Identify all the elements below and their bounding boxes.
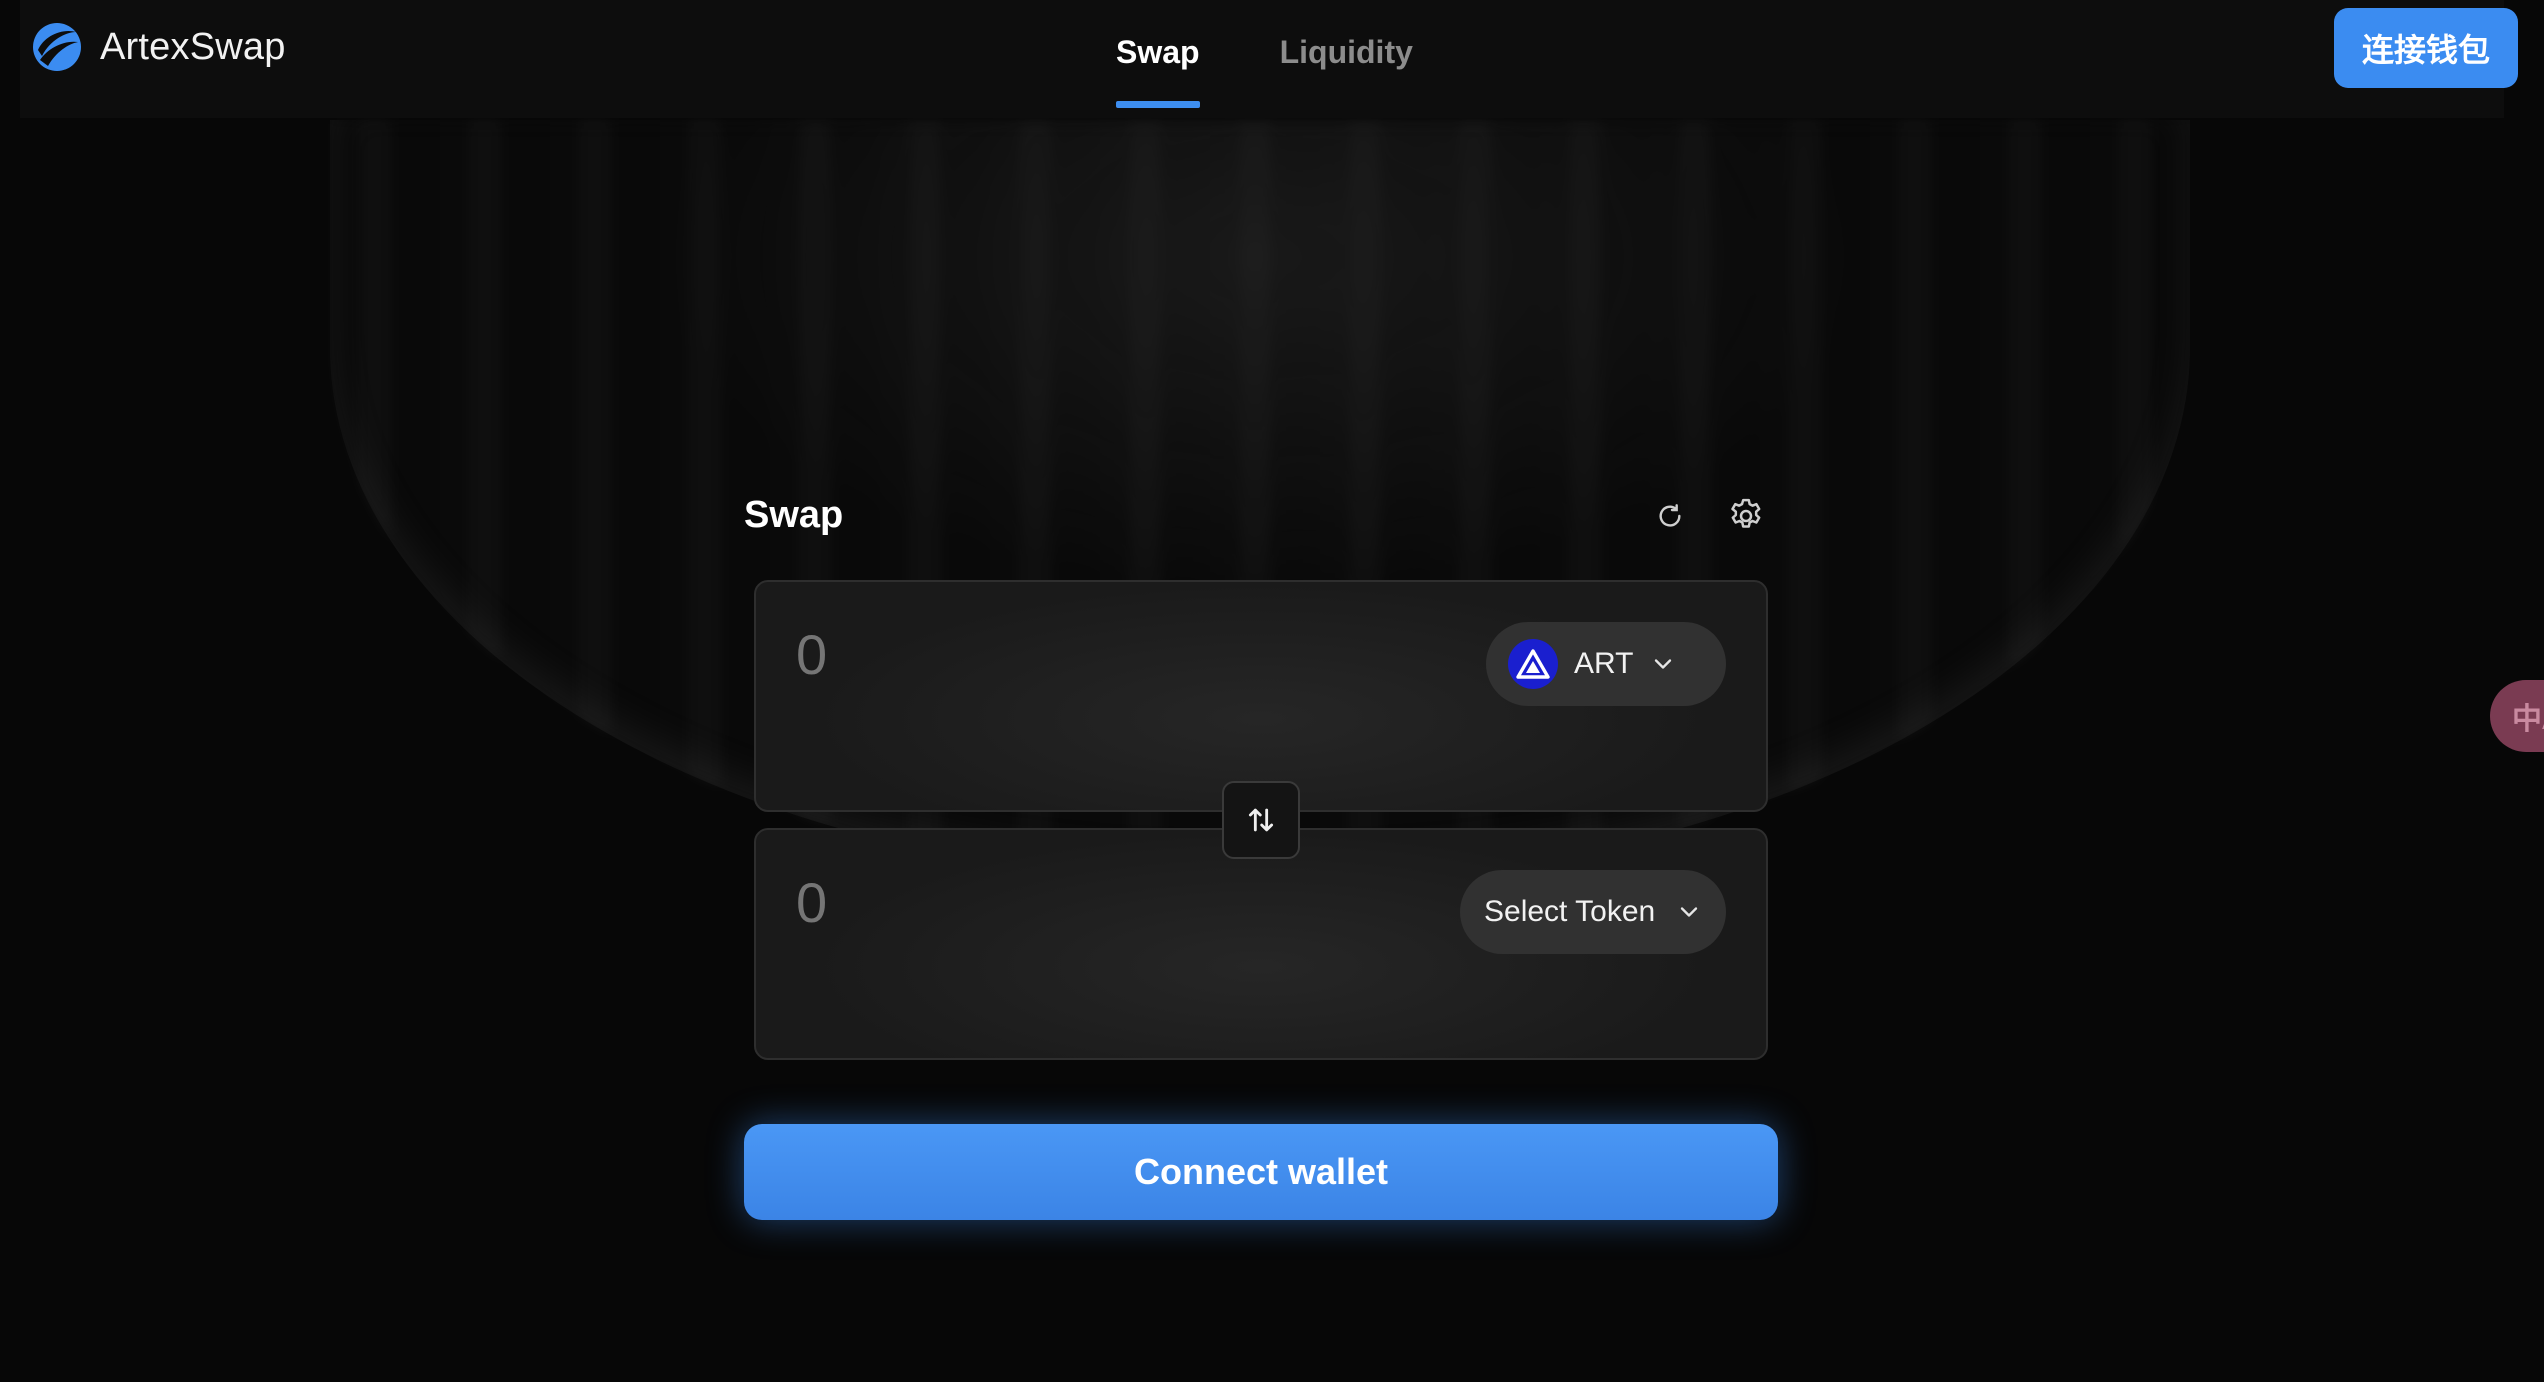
from-amount-input[interactable]	[796, 622, 1196, 687]
switch-direction-button[interactable]	[1222, 781, 1300, 859]
active-tab-indicator	[1116, 101, 1200, 108]
tab-liquidity[interactable]: Liquidity	[1280, 0, 1413, 118]
swap-title: Swap	[744, 494, 844, 536]
to-token-selector[interactable]: Select Token	[1460, 870, 1726, 954]
language-toggle[interactable]: 中A	[2490, 680, 2544, 752]
artex-token-icon	[1508, 639, 1558, 689]
top-navbar: ArtexSwap Swap Liquidity 连接钱包	[20, 0, 2518, 118]
connect-wallet-button[interactable]: Connect wallet	[744, 1124, 1778, 1220]
tab-swap-label: Swap	[1116, 33, 1200, 70]
from-token-panel: ART	[754, 580, 1768, 812]
brand-name: ArtexSwap	[100, 25, 286, 68]
refresh-icon	[1659, 504, 1681, 527]
from-token-symbol: ART	[1574, 647, 1634, 680]
tab-liquidity-label: Liquidity	[1279, 33, 1413, 70]
chevron-down-icon	[1681, 907, 1698, 917]
from-token-selector[interactable]: ART	[1486, 622, 1726, 706]
gear-icon	[1731, 498, 1761, 528]
app-page: ArtexSwap Swap Liquidity 连接钱包 Swap 0 ART…	[0, 0, 2544, 1382]
artexswap-logo-icon	[33, 23, 81, 71]
header-connect-wallet-button[interactable]: 连接钱包	[2334, 8, 2518, 88]
brand-logo[interactable]: ArtexSwap	[32, 22, 286, 72]
swap-arrows-icon	[1248, 808, 1274, 832]
chevron-down-icon	[1655, 659, 1672, 669]
select-token-label: Select Token	[1484, 895, 1656, 928]
to-token-panel: Select Token	[754, 828, 1768, 1060]
main-nav: Swap Liquidity	[1116, 0, 1413, 118]
refresh-button[interactable]	[1646, 492, 1694, 540]
to-amount-input[interactable]	[796, 870, 1196, 935]
settings-button[interactable]	[1722, 492, 1770, 540]
tab-swap[interactable]: Swap	[1116, 0, 1200, 118]
